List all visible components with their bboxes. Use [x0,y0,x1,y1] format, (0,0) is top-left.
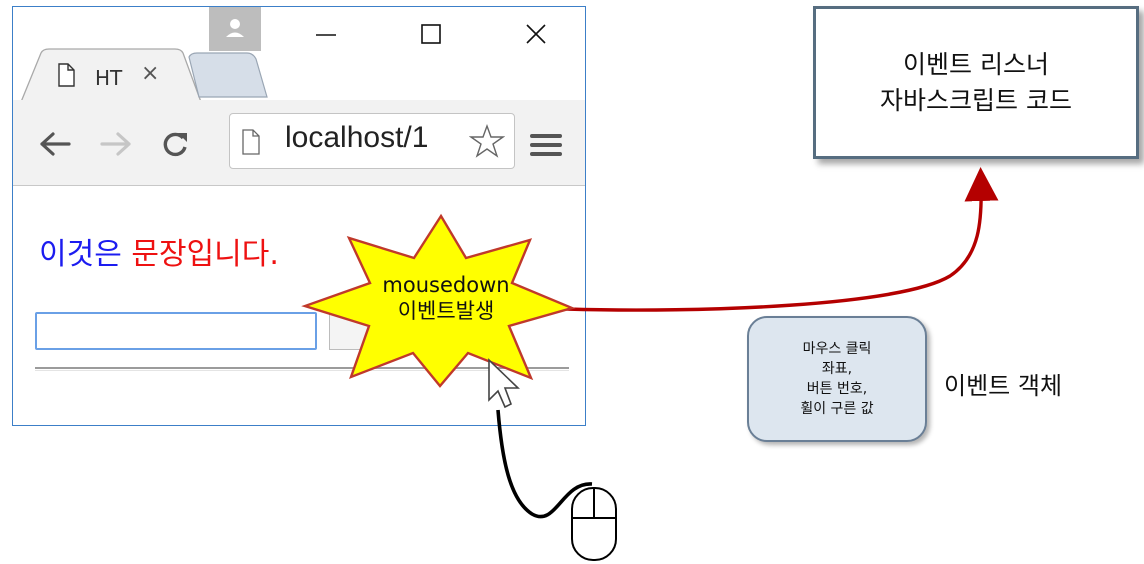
event-listener-box: 이벤트 리스너 자바스크립트 코드 [813,6,1139,159]
burst-line1: mousedown [382,273,510,297]
listener-line1: 이벤트 리스너 [903,49,1049,79]
event-object-line: 좌표, [821,361,853,377]
event-object-line: 버튼 번호, [806,381,868,397]
mouse-icon [571,487,617,561]
event-arrow [565,167,999,312]
listener-line2: 자바스크립트 코드 [880,85,1072,115]
event-object-box: 마우스 클릭 좌표, 버튼 번호, 휠이 구른 값 [747,316,927,442]
event-object-label: 이벤트 객체 [944,372,1063,400]
event-burst-label: mousedown 이벤트발생 [330,272,562,324]
burst-line2: 이벤트발생 [397,299,495,323]
event-object-line: 휠이 구른 값 [800,401,874,417]
event-object-line: 마우스 클릭 [802,341,872,357]
